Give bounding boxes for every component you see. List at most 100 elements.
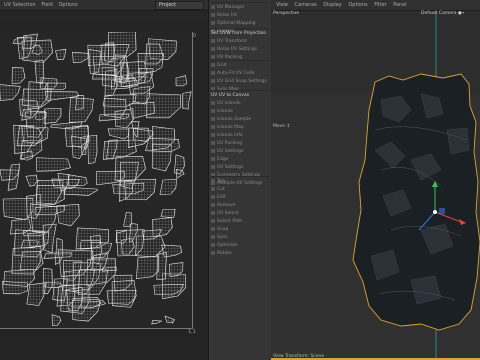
- tool-item[interactable]: Islands: [211, 108, 269, 115]
- tool-icon: [211, 164, 215, 169]
- tool-item[interactable]: Islands Map: [211, 124, 269, 131]
- uv-island: [123, 212, 132, 228]
- tool-item-label: Remove: [217, 203, 236, 208]
- uv-island: [182, 91, 192, 110]
- uv-island: [22, 39, 54, 63]
- tool-separator: [211, 2, 269, 3]
- tool-item[interactable]: Tab: [211, 178, 269, 185]
- tool-item[interactable]: Remove: [211, 202, 269, 209]
- tool-separator: [211, 176, 269, 177]
- uv-island: [35, 185, 65, 205]
- uv-island: [21, 125, 49, 144]
- tool-item-label: Sync: [217, 235, 228, 240]
- camera-label[interactable]: Default Camera ●∙: [421, 11, 465, 16]
- tool-item[interactable]: UV Select: [211, 210, 269, 217]
- tool-item[interactable]: Rotate: [211, 250, 269, 257]
- tool-icon: [211, 156, 215, 161]
- tool-item-label: Optimize: [217, 243, 238, 248]
- tool-item[interactable]: UV Transform: [211, 38, 269, 45]
- tool-item[interactable]: Auto-Fit UV Cells: [211, 70, 269, 77]
- uv-island: [72, 300, 101, 322]
- menu-panel[interactable]: Panel: [393, 2, 407, 8]
- menu-uv-selection[interactable]: UV Selection: [4, 2, 36, 8]
- uv-island: [22, 88, 52, 108]
- tool-icon: [211, 4, 215, 9]
- tool-item[interactable]: Islands Info: [211, 132, 269, 139]
- tool-item[interactable]: Relax UV Settings: [211, 46, 269, 53]
- tool-item[interactable]: UV Manager: [211, 4, 269, 11]
- uv-island: [0, 84, 21, 101]
- uv-island: [51, 314, 62, 326]
- tool-item[interactable]: UV Settings: [211, 148, 269, 155]
- tool-icon: [211, 70, 215, 75]
- tool-item[interactable]: Edit: [211, 194, 269, 201]
- tool-item[interactable]: Relax UV: [211, 12, 269, 19]
- tool-item[interactable]: Optimize: [211, 242, 269, 249]
- tool-icon: [211, 234, 215, 239]
- tool-icon: [211, 250, 215, 255]
- tool-item-label: Islands Sample: [217, 117, 252, 122]
- uv-island: [175, 169, 185, 179]
- tool-icon: [211, 226, 215, 231]
- menu-display[interactable]: Display: [323, 2, 341, 8]
- tool-group-header[interactable]: UV UV to Canvas: [211, 92, 269, 99]
- tool-group-header[interactable]: Set UVW from Projection: [211, 30, 269, 37]
- tool-icon: [211, 78, 215, 83]
- viewport-status: View Transform: Scene: [273, 354, 325, 359]
- viewport-side-label: Move ↕: [273, 124, 291, 129]
- menu-view[interactable]: View: [276, 2, 288, 8]
- tool-item[interactable]: Islands Sample: [211, 116, 269, 123]
- tool-item[interactable]: Optimal Mapping: [211, 20, 269, 27]
- rock-mesh[interactable]: [352, 73, 480, 331]
- uv-island: [159, 178, 177, 195]
- tool-icon: [211, 46, 215, 51]
- uv-canvas[interactable]: [0, 32, 193, 329]
- tool-separator: [211, 28, 269, 29]
- tool-item-label: UV Grid Snap Settings: [217, 79, 267, 84]
- tool-item-label: Grid: [217, 63, 227, 68]
- tool-item[interactable]: UV Islands: [211, 100, 269, 107]
- uv-island: [26, 282, 47, 306]
- menu-options[interactable]: Options: [58, 2, 77, 8]
- uv-islands[interactable]: [0, 32, 192, 326]
- tool-item-label: Optimal Mapping: [217, 21, 256, 26]
- uv-island: [145, 137, 180, 153]
- tool-item-label: UV Settings: [217, 149, 244, 154]
- uv-island: [1, 281, 28, 295]
- tool-separator: [211, 90, 269, 91]
- tool-item[interactable]: UV Settings: [211, 164, 269, 171]
- tool-icon: [211, 140, 215, 145]
- uv-island: [151, 320, 162, 325]
- tool-icon: [211, 148, 215, 153]
- 3d-viewport[interactable]: View Cameras Display Options Filter Pane…: [271, 0, 480, 360]
- tool-item[interactable]: UV Grid Snap Settings: [211, 78, 269, 85]
- tool-item[interactable]: Cut: [211, 186, 269, 193]
- tool-item[interactable]: Grid: [211, 62, 269, 69]
- tool-item-label: Relax UV: [217, 13, 238, 18]
- menu-filter[interactable]: Filter: [374, 2, 386, 8]
- tool-item[interactable]: Edge: [211, 156, 269, 163]
- menu-cameras[interactable]: Cameras: [294, 2, 316, 8]
- tool-item-label: Select Path: [217, 219, 243, 224]
- tool-item[interactable]: Sync: [211, 234, 269, 241]
- tool-item-label: Islands Map: [217, 125, 244, 130]
- menu-options[interactable]: Options: [348, 2, 367, 8]
- uv-tools-panel: UV Manager Relax UV Optimal Mapping Realign…: [208, 0, 272, 360]
- uv-island: [111, 279, 137, 308]
- tool-icon: [211, 210, 215, 215]
- uv-mode-dropdown[interactable]: Project: [155, 1, 204, 10]
- menu-field[interactable]: Field: [41, 2, 53, 8]
- uv-island: [124, 178, 157, 201]
- tool-icon: [211, 54, 215, 59]
- viewport-canvas[interactable]: [271, 10, 480, 360]
- tool-item[interactable]: Select Path: [211, 218, 269, 225]
- uv-island: [107, 128, 130, 140]
- tool-item[interactable]: Snap: [211, 226, 269, 233]
- uv-island: [136, 255, 160, 280]
- tool-icon: [211, 186, 215, 191]
- tool-icon: [211, 124, 215, 129]
- tool-item-label: Auto-Fit UV Cells: [217, 71, 255, 76]
- tool-icon: [211, 202, 215, 207]
- tool-separator: [211, 60, 269, 61]
- tool-item[interactable]: UV Packing: [211, 140, 269, 147]
